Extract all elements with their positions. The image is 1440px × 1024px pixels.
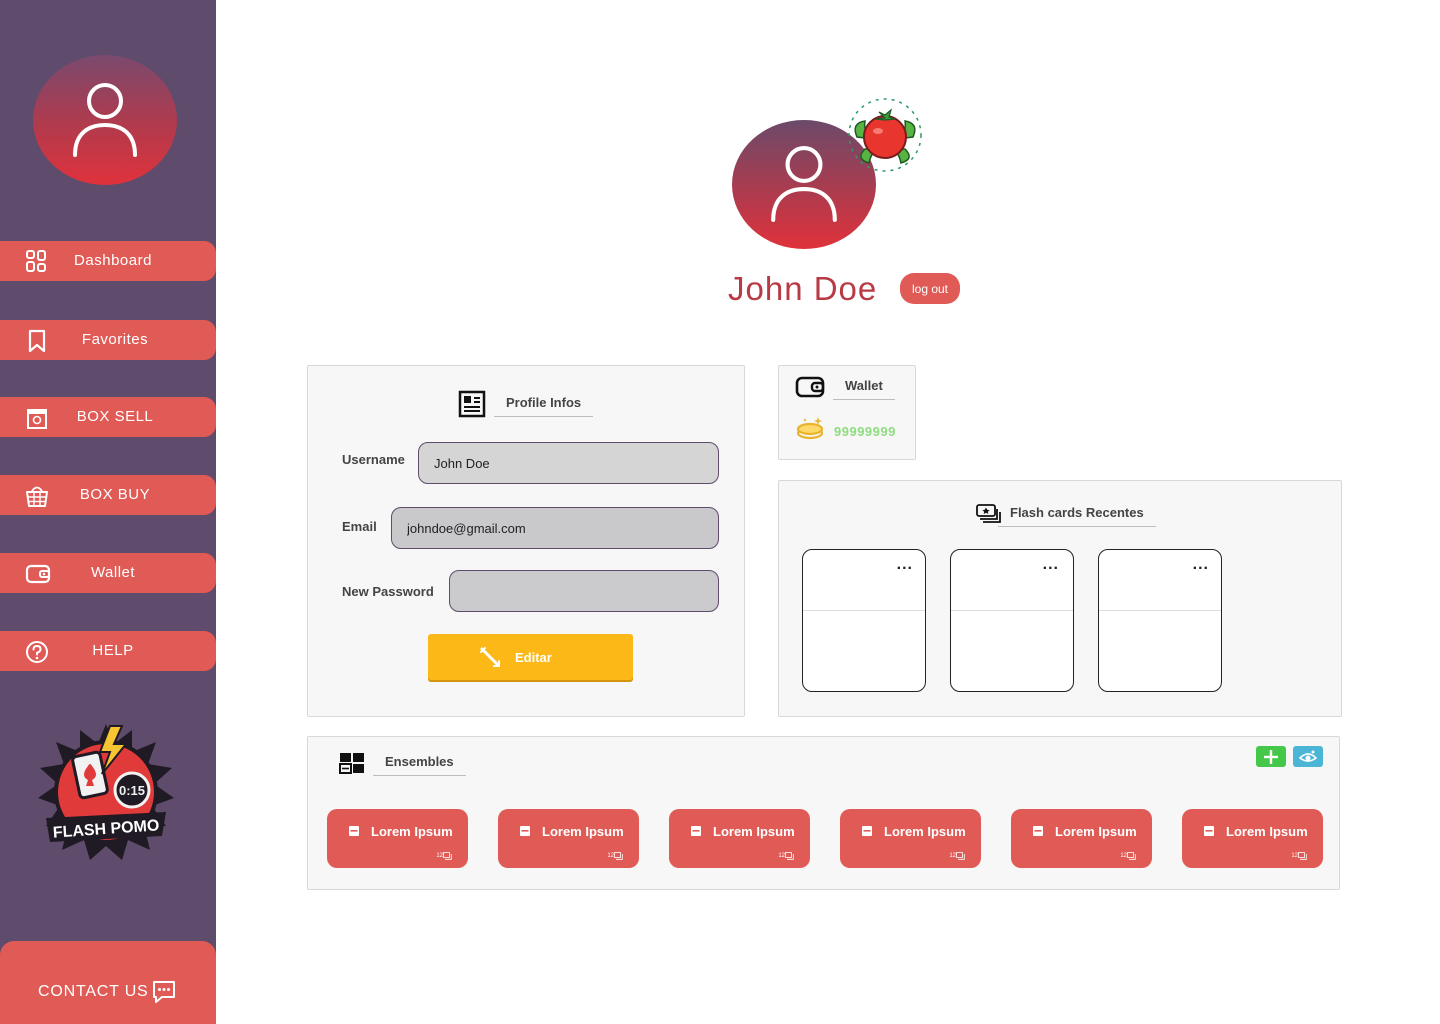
contact-us-label: CONTACT US (38, 983, 149, 1000)
sidebar-item-help[interactable]: HELP (0, 631, 216, 671)
card-divider (1099, 610, 1221, 611)
sidebar-item-label: Favorites (81, 331, 149, 348)
ensemble-count: 12 (949, 853, 956, 859)
deck-icon (1033, 826, 1043, 836)
plus-icon (1264, 749, 1278, 764)
contact-us-button[interactable]: CONTACT US (0, 941, 216, 1024)
sidebar-item-wallet[interactable]: Wallet (0, 553, 216, 593)
ensembles-title: Ensembles (373, 754, 466, 776)
deck-icon (862, 826, 872, 836)
user-icon (771, 146, 837, 222)
profile-infos-card: Profile Infos Username Email New Passwor… (307, 365, 745, 717)
cards-icon (443, 852, 452, 860)
pencil-icon (480, 647, 500, 667)
email-field[interactable] (391, 507, 719, 549)
cards-icon (1127, 852, 1136, 860)
ensemble-item[interactable]: Lorem Ipsum 12 (498, 809, 639, 868)
ensemble-label: Lorem Ipsum (713, 824, 795, 839)
deck-icon (520, 826, 530, 836)
wallet-balance: 99999999 (834, 424, 896, 439)
sidebar-item-label: BOX SELL (76, 408, 154, 425)
recent-flash-card[interactable]: ... (1098, 549, 1222, 692)
cards-icon (1298, 852, 1307, 860)
sidebar-item-label: HELP (92, 642, 134, 659)
wallet-card: Wallet 99999999 (778, 365, 916, 460)
sidebar-item-dashboard[interactable]: Dashboard (0, 241, 216, 281)
flash-cards-title: Flash cards Recentes (998, 505, 1156, 527)
edit-button[interactable]: Editar (428, 634, 633, 680)
flash-cards-card: Flash cards Recentes ... ... ... (778, 480, 1342, 717)
grid-icon (339, 753, 364, 774)
ensemble-item[interactable]: Lorem Ipsum 12 (1011, 809, 1152, 868)
ensemble-count: 12 (778, 853, 785, 859)
wallet-title: Wallet (833, 378, 895, 400)
view-ensembles-button[interactable] (1293, 746, 1323, 767)
chat-icon (153, 981, 175, 1003)
ensemble-count: 12 (1291, 853, 1298, 859)
id-card-icon (458, 390, 486, 418)
ensemble-label: Lorem Ipsum (542, 824, 624, 839)
ensemble-label: Lorem Ipsum (371, 824, 453, 839)
email-label: Email (342, 519, 377, 534)
more-options-icon[interactable]: ... (1193, 556, 1209, 574)
cards-icon (956, 852, 965, 860)
cards-icon (785, 852, 794, 860)
sidebar-avatar[interactable] (33, 55, 177, 185)
deck-icon (349, 826, 359, 836)
user-name-heading: John Doe (728, 270, 878, 307)
deck-icon (1204, 826, 1214, 836)
ensembles-card: Ensembles Lorem Ipsum 12 Lorem Ipsum 12 … (307, 736, 1340, 890)
logo-timer-text: 0:15 (119, 783, 145, 798)
card-divider (951, 610, 1073, 611)
user-icon (73, 83, 137, 157)
ensemble-item[interactable]: Lorem Ipsum 12 (669, 809, 810, 868)
sidebar-item-box-buy[interactable]: BOX BUY (0, 475, 216, 515)
sidebar: Dashboard Favorites BOX SELL BOX BUY Wal… (0, 0, 216, 1024)
sidebar-item-label: Wallet (90, 564, 136, 581)
cards-icon (614, 852, 623, 860)
ensemble-item[interactable]: Lorem Ipsum 12 (840, 809, 981, 868)
flash-pomo-logo: 0:15 FLASH POMO (38, 724, 174, 860)
new-password-label: New Password (342, 584, 434, 599)
wallet-icon (795, 376, 825, 398)
add-ensemble-button[interactable] (1256, 746, 1286, 767)
logout-button[interactable]: log out (900, 273, 960, 304)
sidebar-item-label: Dashboard (74, 252, 152, 269)
more-options-icon[interactable]: ... (897, 556, 913, 574)
recent-flash-card[interactable]: ... (950, 549, 1074, 692)
ensemble-count: 12 (1120, 853, 1127, 859)
ensemble-item[interactable]: Lorem Ipsum 12 (327, 809, 468, 868)
sidebar-item-label: BOX BUY (79, 486, 151, 503)
ensemble-count: 12 (607, 853, 614, 859)
sidebar-item-favorites[interactable]: Favorites (0, 320, 216, 360)
ensemble-item[interactable]: Lorem Ipsum 12 (1182, 809, 1323, 868)
ensemble-label: Lorem Ipsum (884, 824, 966, 839)
ensemble-count: 12 (436, 853, 443, 859)
edit-button-label: Editar (515, 650, 552, 665)
sidebar-item-box-sell[interactable]: BOX SELL (0, 397, 216, 437)
profile-infos-title: Profile Infos (494, 395, 594, 417)
username-label: Username (342, 452, 405, 467)
recent-flash-card[interactable]: ... (802, 549, 926, 692)
deck-icon (691, 826, 701, 836)
more-options-icon[interactable]: ... (1043, 556, 1059, 574)
new-password-field[interactable] (449, 570, 719, 612)
coin-icon (796, 417, 824, 440)
card-divider (803, 610, 925, 611)
ensemble-label: Lorem Ipsum (1226, 824, 1308, 839)
eye-icon (1299, 750, 1317, 762)
tomato-icon (848, 98, 922, 172)
username-field[interactable] (418, 442, 719, 484)
ensemble-label: Lorem Ipsum (1055, 824, 1137, 839)
